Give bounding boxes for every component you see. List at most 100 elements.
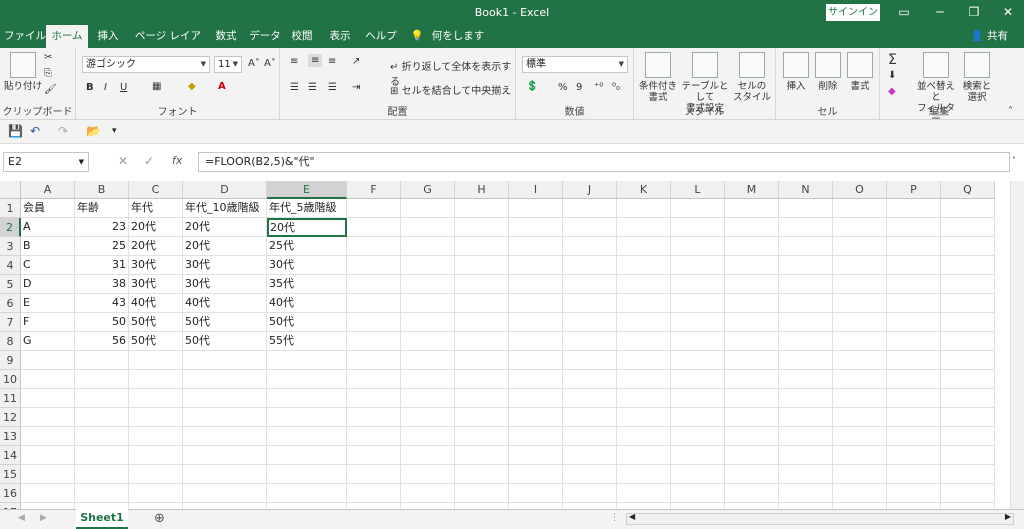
grid-cell[interactable] <box>833 446 887 465</box>
column-header[interactable]: F <box>347 181 401 199</box>
grid-cell[interactable] <box>455 332 509 351</box>
row-header[interactable]: 15 <box>0 465 21 484</box>
tab-view[interactable]: 表示 <box>324 25 356 48</box>
grid-cell[interactable] <box>779 313 833 332</box>
add-sheet-button[interactable]: ⊕ <box>154 511 165 526</box>
grid-cell[interactable] <box>671 256 725 275</box>
grid-cell[interactable] <box>941 256 995 275</box>
grid-cell[interactable] <box>347 370 401 389</box>
grid-cell[interactable] <box>833 427 887 446</box>
grid-cell[interactable]: 38 <box>75 275 129 294</box>
copy-icon[interactable]: ⎘ <box>44 68 52 79</box>
grid-cell[interactable]: E <box>21 294 75 313</box>
grid-cell[interactable] <box>129 484 183 503</box>
grid-cell[interactable]: 30代 <box>267 256 347 275</box>
grid-cell[interactable] <box>401 370 455 389</box>
grid-cell[interactable] <box>779 465 833 484</box>
signin-button[interactable]: サインイン <box>826 4 880 21</box>
grid-cell[interactable] <box>887 256 941 275</box>
grid-cell[interactable] <box>941 465 995 484</box>
row-header[interactable]: 5 <box>0 275 21 294</box>
column-header[interactable]: J <box>563 181 617 199</box>
insert-cells-button[interactable]: 挿入 <box>780 52 812 92</box>
row-header[interactable]: 14 <box>0 446 21 465</box>
grid-cell[interactable] <box>347 446 401 465</box>
grid-cell[interactable]: 30代 <box>183 256 267 275</box>
grid-cell[interactable] <box>779 446 833 465</box>
grid-cell[interactable] <box>887 370 941 389</box>
grid-cell[interactable] <box>563 275 617 294</box>
formula-input[interactable]: =FLOOR(B2,5)&"代" <box>198 152 1010 172</box>
grid-cell[interactable] <box>887 218 941 237</box>
grid-cell[interactable] <box>725 237 779 256</box>
row-header[interactable]: 3 <box>0 237 21 256</box>
grid-cell[interactable] <box>563 332 617 351</box>
redo-icon[interactable]: ↷ <box>58 124 68 138</box>
grid-cell[interactable] <box>75 389 129 408</box>
merge-center-button[interactable]: ⊞ セルを結合して中央揃え <box>390 82 511 97</box>
grid-cell[interactable] <box>509 446 563 465</box>
grid-cell[interactable] <box>833 332 887 351</box>
grid-cell[interactable] <box>725 256 779 275</box>
grid-cell[interactable] <box>671 237 725 256</box>
grid-cell[interactable]: 43 <box>75 294 129 313</box>
grid-cell[interactable] <box>347 199 401 218</box>
minimize-button[interactable]: ─ <box>922 0 958 25</box>
font-size-select[interactable]: 11 ▼ <box>214 56 242 73</box>
cut-icon[interactable]: ✂ <box>44 52 52 63</box>
grid-cell[interactable] <box>347 351 401 370</box>
grid-cell[interactable]: 55代 <box>267 332 347 351</box>
grid-cell[interactable] <box>183 408 267 427</box>
grid-cell[interactable] <box>941 389 995 408</box>
grid-cell[interactable] <box>779 237 833 256</box>
fill-color-icon[interactable]: ◆ <box>188 81 196 92</box>
grid-cell[interactable] <box>75 351 129 370</box>
column-header[interactable]: K <box>617 181 671 199</box>
name-box[interactable]: E2 ▼ <box>3 152 89 172</box>
grid-cell[interactable] <box>671 294 725 313</box>
grid-cell[interactable] <box>183 465 267 484</box>
active-cell[interactable]: 20代 <box>267 218 347 237</box>
grid-cell[interactable] <box>21 484 75 503</box>
row-header[interactable]: 7 <box>0 313 21 332</box>
grid-cell[interactable] <box>183 370 267 389</box>
grid-cell[interactable] <box>455 313 509 332</box>
grid-cell[interactable] <box>401 389 455 408</box>
grid-cell[interactable] <box>21 389 75 408</box>
grid-cell[interactable] <box>455 465 509 484</box>
comma-button[interactable]: 9 <box>576 82 582 93</box>
grid-cell[interactable] <box>941 294 995 313</box>
grid-cell[interactable]: D <box>21 275 75 294</box>
grid-cell[interactable] <box>833 408 887 427</box>
grid-cell[interactable] <box>509 218 563 237</box>
grid-cell[interactable] <box>779 484 833 503</box>
grid-cell[interactable] <box>671 275 725 294</box>
grid-cell[interactable] <box>779 256 833 275</box>
grid-cell[interactable]: 50代 <box>183 332 267 351</box>
grid-cell[interactable] <box>509 484 563 503</box>
grid-cell[interactable] <box>725 370 779 389</box>
align-top-icon[interactable]: ≡ <box>290 56 298 67</box>
grid-cell[interactable] <box>617 389 671 408</box>
grid-cell[interactable] <box>941 408 995 427</box>
row-header[interactable]: 12 <box>0 408 21 427</box>
grid-cell[interactable] <box>129 389 183 408</box>
grid-cell[interactable] <box>779 199 833 218</box>
font-name-select[interactable]: 游ゴシック ▼ <box>82 56 210 73</box>
grid-cell[interactable]: 50 <box>75 313 129 332</box>
grid-cell[interactable] <box>401 275 455 294</box>
grid-cell[interactable] <box>455 389 509 408</box>
grid-cell[interactable] <box>21 408 75 427</box>
grid-cell[interactable] <box>509 313 563 332</box>
column-header[interactable]: M <box>725 181 779 199</box>
grid-cell[interactable]: B <box>21 237 75 256</box>
grid-cell[interactable] <box>455 199 509 218</box>
grid-cell[interactable]: 35代 <box>267 275 347 294</box>
grid-cell[interactable] <box>455 256 509 275</box>
column-header[interactable]: H <box>455 181 509 199</box>
tell-me-search[interactable]: 何をしますか <box>428 25 488 65</box>
grid-cell[interactable] <box>401 199 455 218</box>
grid-cell[interactable] <box>725 199 779 218</box>
select-all-corner[interactable] <box>0 181 21 199</box>
grid-cell[interactable] <box>509 370 563 389</box>
